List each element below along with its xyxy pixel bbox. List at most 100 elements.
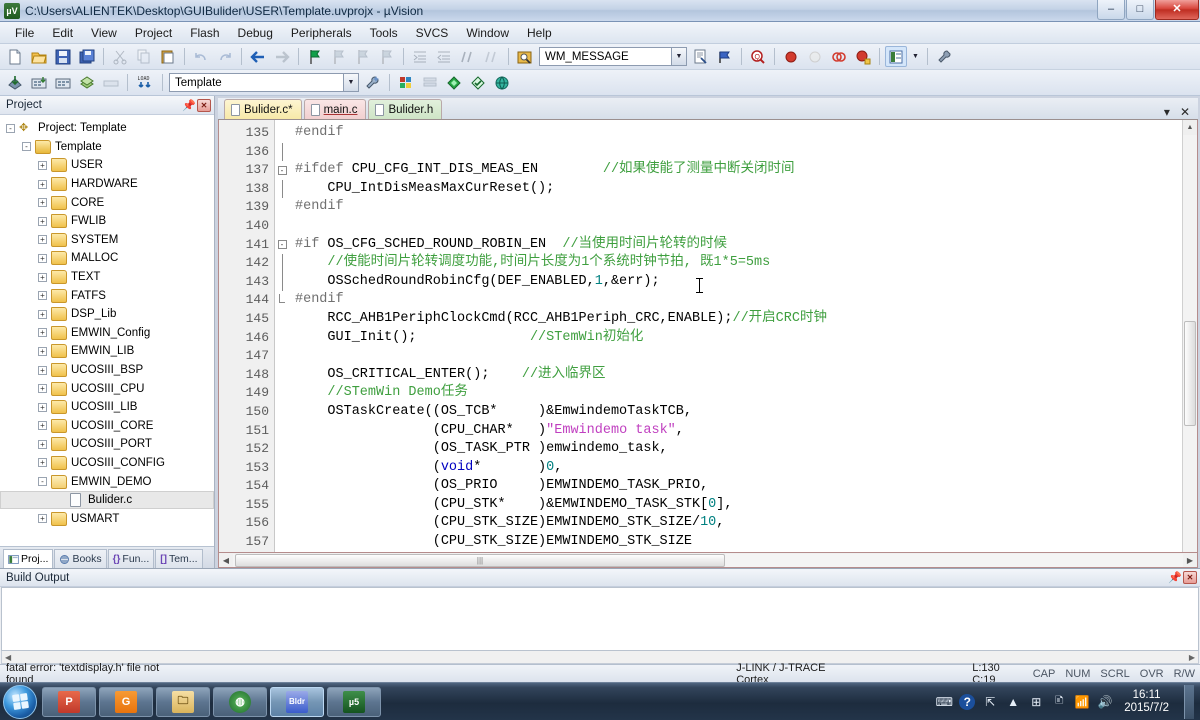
help-icon[interactable]: ? <box>959 693 976 710</box>
collapse-icon[interactable]: - <box>6 123 15 133</box>
select-software-packs-icon[interactable] <box>467 72 489 93</box>
tree-item[interactable]: + USER <box>0 156 214 175</box>
expand-icon[interactable]: + <box>38 421 47 431</box>
tree-item[interactable]: + EMWIN_Config <box>0 324 214 343</box>
code-line[interactable] <box>289 347 1182 366</box>
code-line[interactable]: (CPU_STK_SIZE)EMWINDEMO_STK_SIZE <box>289 533 1182 552</box>
horizontal-scroll-thumb[interactable]: ||| <box>235 553 725 567</box>
expand-icon[interactable]: + <box>38 309 47 319</box>
menu-flash[interactable]: Flash <box>181 24 228 42</box>
editor-vertical-scrollbar[interactable]: ▲ <box>1182 120 1197 552</box>
tree-item[interactable]: + EMWIN_LIB <box>0 342 214 361</box>
search-combo[interactable]: WM_MESSAGE ▼ <box>539 47 687 66</box>
tree-item[interactable]: + DSP_Lib <box>0 305 214 324</box>
expand-icon[interactable]: + <box>38 235 47 245</box>
taskbar-clock[interactable]: 16:11 2015/7/2 <box>1120 689 1173 715</box>
expand-icon[interactable]: + <box>38 439 47 449</box>
close-icon[interactable]: ✕ <box>197 98 211 112</box>
tree-item[interactable]: - Template <box>0 138 214 157</box>
tab-project[interactable]: Proj... <box>3 549 54 568</box>
code-line[interactable] <box>289 217 1182 236</box>
expand-icon[interactable]: + <box>38 458 47 468</box>
code-line[interactable]: #endif <box>289 291 1182 310</box>
close-icon[interactable]: ✕ <box>1180 105 1190 119</box>
tree-item[interactable]: + MALLOC <box>0 249 214 268</box>
rebuild-icon[interactable] <box>52 72 74 93</box>
tree-item[interactable]: - EMWIN_DEMO <box>0 472 214 491</box>
target-select[interactable]: Template ▼ <box>169 73 359 92</box>
code-line[interactable]: (CPU_CHAR* )"Emwindemo task", <box>289 422 1182 441</box>
taskbar-green-browser[interactable]: ◍ <box>213 686 267 717</box>
tree-item[interactable]: + SYSTEM <box>0 231 214 250</box>
code-line[interactable]: OS_CRITICAL_ENTER(); //进入临界区 <box>289 366 1182 385</box>
tray-overflow-icon[interactable]: ⇱ <box>982 694 998 710</box>
menu-svcs[interactable]: SVCS <box>407 24 458 42</box>
taskbar-powerpoint[interactable]: P <box>42 686 96 717</box>
pin-icon[interactable]: 📌 <box>182 99 196 112</box>
code-line[interactable]: (CPU_STK* )&EMWINDEMO_TASK_STK[0], <box>289 496 1182 515</box>
copy-icon[interactable] <box>133 46 155 67</box>
fold-collapse-icon[interactable]: - <box>275 161 289 180</box>
bookmark-clear-icon[interactable] <box>376 46 398 67</box>
tree-item[interactable]: + FATFS <box>0 286 214 305</box>
scroll-right-icon[interactable]: ▶ <box>1183 556 1197 565</box>
tree-item[interactable]: + UCOSIII_CPU <box>0 379 214 398</box>
menu-file[interactable]: File <box>6 24 43 42</box>
download-icon[interactable]: LOAD <box>133 72 157 93</box>
configuration-wizard-icon[interactable] <box>933 46 955 67</box>
code-text[interactable]: #endif #ifdef CPU_CFG_INT_DIS_MEAS_EN //如… <box>289 120 1182 552</box>
minimize-button[interactable]: – <box>1097 0 1125 20</box>
undo-icon[interactable] <box>190 46 212 67</box>
tab-books[interactable]: Books <box>54 549 107 568</box>
breakpoint-disable-icon[interactable] <box>804 46 826 67</box>
tree-item[interactable]: + UCOSIII_PORT <box>0 435 214 454</box>
navigate-back-icon[interactable] <box>247 46 269 67</box>
volume-icon[interactable]: 🔊 <box>1097 694 1113 710</box>
scroll-left-icon[interactable]: ◀ <box>2 653 11 662</box>
code-line[interactable]: #if OS_CFG_SCHED_ROUND_ROBIN_EN //当使用时间片… <box>289 236 1182 255</box>
find-icon[interactable] <box>690 46 712 67</box>
code-line[interactable]: (OS_PRIO )EMWINDEMO_TASK_PRIO, <box>289 477 1182 496</box>
expand-icon[interactable]: + <box>38 272 47 282</box>
tree-item[interactable]: + UCOSIII_CORE <box>0 417 214 436</box>
tree-item[interactable]: + UCOSIII_LIB <box>0 398 214 417</box>
search-input[interactable]: WM_MESSAGE <box>545 51 629 63</box>
save-icon[interactable] <box>52 46 74 67</box>
close-button[interactable]: ✕ <box>1155 0 1199 20</box>
menu-project[interactable]: Project <box>126 24 181 42</box>
cut-icon[interactable] <box>109 46 131 67</box>
show-desktop-button[interactable] <box>1184 684 1194 719</box>
show-hidden-icons-icon[interactable]: ▲ <box>1005 694 1021 710</box>
code-editor[interactable]: 135 136 137 138 139 140 141 142 143 144 145 146 147 1… <box>218 120 1198 553</box>
code-line[interactable]: GUI_Init(); //STemWin初始化 <box>289 329 1182 348</box>
collapse-icon[interactable]: - <box>38 477 47 487</box>
manage-windows-icon[interactable] <box>885 46 907 67</box>
code-line[interactable]: #ifdef CPU_CFG_INT_DIS_MEAS_EN //如果使能了测量… <box>289 161 1182 180</box>
translate-icon[interactable] <box>4 72 26 93</box>
build-output-text[interactable] <box>1 587 1199 651</box>
taskbar-file-explorer[interactable]: 🗀 <box>156 686 210 717</box>
breakpoint-disable-all-icon[interactable] <box>852 46 874 67</box>
expand-icon[interactable]: + <box>38 179 47 189</box>
build-icon[interactable] <box>28 72 50 93</box>
code-line[interactable]: OSTaskCreate((OS_TCB* )&EmwindemoTaskTCB… <box>289 403 1182 422</box>
tree-item[interactable]: + FWLIB <box>0 212 214 231</box>
find-replace-icon[interactable]: Q <box>747 46 769 67</box>
scroll-left-icon[interactable]: ◀ <box>219 556 233 565</box>
taskbar-builder[interactable]: Bldr <box>270 686 324 717</box>
taskbar-pdf-reader[interactable]: G <box>99 686 153 717</box>
horizontal-scroll-track[interactable]: ||| <box>233 553 1183 567</box>
scroll-up-icon[interactable]: ▲ <box>1182 120 1197 135</box>
vertical-scroll-thumb[interactable] <box>1184 321 1196 426</box>
new-file-icon[interactable] <box>4 46 26 67</box>
expand-icon[interactable]: + <box>38 328 47 338</box>
editor-horizontal-scrollbar[interactable]: ◀ ||| ▶ <box>218 553 1198 568</box>
code-line[interactable]: OSSchedRoundRobinCfg(DEF_ENABLED,1,&err)… <box>289 273 1182 292</box>
manage-windows-dropdown-icon[interactable]: ▼ <box>909 46 922 67</box>
menu-edit[interactable]: Edit <box>43 24 82 42</box>
tree-item[interactable]: + UCOSIII_CONFIG <box>0 454 214 473</box>
expand-icon[interactable]: + <box>38 514 47 524</box>
expand-icon[interactable]: + <box>38 216 47 226</box>
chevron-down-icon[interactable]: ▼ <box>671 48 686 65</box>
tree-item[interactable]: + HARDWARE <box>0 175 214 194</box>
